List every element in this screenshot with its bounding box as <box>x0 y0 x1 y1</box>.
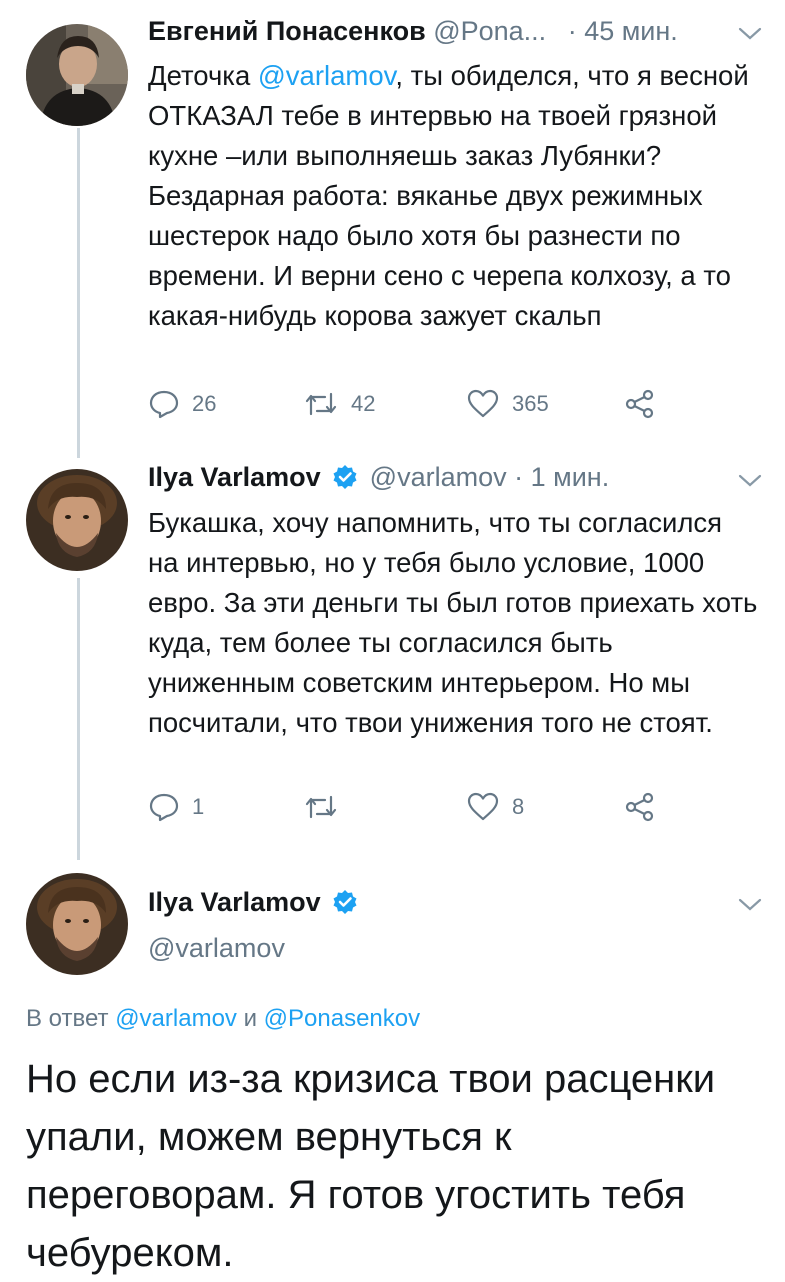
author-name[interactable]: Ilya Varlamov <box>148 462 321 492</box>
tweet-varlamov-main[interactable]: Ilya Varlamov @varlamov В ответ @varlamo… <box>0 865 785 1280</box>
reply-button[interactable]: 26 <box>148 388 216 420</box>
verified-icon <box>333 465 357 489</box>
chevron-down-icon[interactable] <box>737 897 763 913</box>
chevron-down-icon[interactable] <box>737 26 763 42</box>
tweet-text: Букашка, хочу напомнить, что ты согласил… <box>148 507 758 738</box>
reply-icon <box>149 390 179 419</box>
verified-icon <box>333 890 357 914</box>
share-icon <box>625 792 654 822</box>
tweet-header: Евгений Понасенков @Pona... · 45 мин. <box>148 14 678 48</box>
like-button[interactable]: 365 <box>466 388 549 420</box>
retweet-count: 42 <box>351 391 376 416</box>
retweet-button[interactable] <box>303 791 351 823</box>
retweet-icon <box>305 392 337 416</box>
retweet-icon <box>305 795 337 819</box>
tweet-header: Ilya Varlamov <box>148 885 362 919</box>
avatar-varlamov[interactable] <box>26 873 128 975</box>
avatar-ponasenkov[interactable] <box>26 24 128 126</box>
share-button[interactable] <box>623 388 657 420</box>
reply-button[interactable]: 1 <box>148 791 204 823</box>
mention-link[interactable]: @Ponasenkov <box>264 1005 420 1032</box>
reply-and: и <box>236 1005 264 1032</box>
like-count: 365 <box>512 391 549 416</box>
tweet-time[interactable]: · 1 мин. <box>514 462 609 492</box>
like-count: 8 <box>512 794 525 819</box>
tweet-varlamov-reply[interactable]: Ilya Varlamov @varlamov · 1 мин. Букашка… <box>0 455 785 865</box>
author-name[interactable]: Ilya Varlamov <box>148 887 321 917</box>
tweet-actions: 26 42 365 <box>148 388 668 428</box>
share-button[interactable] <box>623 791 657 823</box>
author-handle[interactable]: @Pona... <box>433 16 546 46</box>
share-icon <box>625 389 654 419</box>
chevron-down-icon[interactable] <box>737 473 763 489</box>
reply-icon <box>149 793 179 822</box>
like-icon <box>467 792 499 821</box>
mention-link[interactable]: @varlamov <box>258 60 395 91</box>
reply-count: 1 <box>192 794 205 819</box>
author-handle[interactable]: @varlamov <box>370 462 507 492</box>
avatar-varlamov[interactable] <box>26 469 128 571</box>
tweet-actions: 1 8 <box>148 791 668 831</box>
tweet-ponasenkov[interactable]: Евгений Понасенков @Pona... · 45 мин. Де… <box>0 0 785 455</box>
retweet-button[interactable]: 42 <box>303 388 375 420</box>
like-button[interactable]: 8 <box>466 791 524 823</box>
author-name[interactable]: Евгений Понасенков <box>148 16 426 46</box>
tweet-text: Деточка @varlamov, ты обиделся, что я ве… <box>148 56 758 336</box>
reply-prefix: В ответ <box>26 1005 116 1032</box>
tweet-text-start: Деточка <box>148 60 258 91</box>
tweet-text-rest: , ты обиделся, что я весной ОТКАЗАЛ тебе… <box>148 60 749 331</box>
mention-link[interactable]: @varlamov <box>115 1005 237 1032</box>
like-icon <box>467 389 499 418</box>
reply-count: 26 <box>192 391 217 416</box>
author-handle[interactable]: @varlamov <box>148 931 285 965</box>
tweet-time[interactable]: · 45 мин. <box>568 16 678 46</box>
reply-context: В ответ @varlamov и @Ponasenkov <box>26 1005 420 1033</box>
tweet-header: Ilya Varlamov @varlamov · 1 мин. <box>148 460 609 494</box>
main-tweet-text: Но если из-за кризиса твои расценки упал… <box>26 1057 716 1275</box>
